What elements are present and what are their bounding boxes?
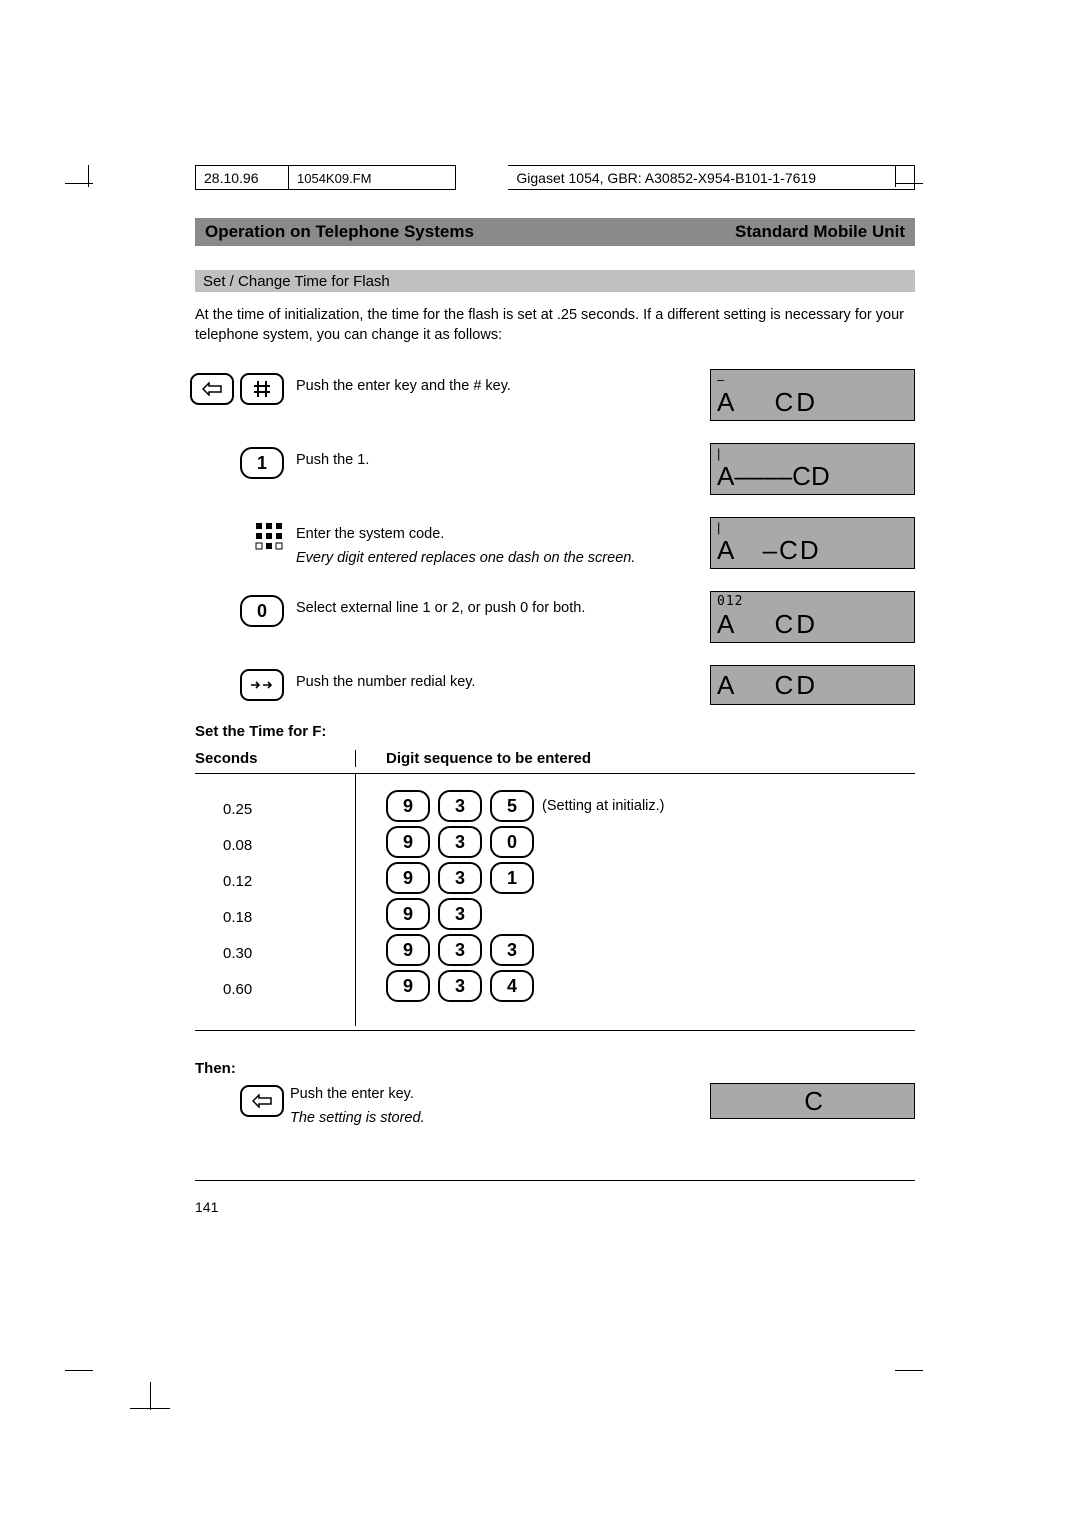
keypad-icon [254, 521, 284, 551]
digit-key: 4 [490, 970, 534, 1002]
step-text: Push the enter key and the # key. [296, 369, 704, 397]
crop-mark [895, 1370, 923, 1371]
crop-mark [65, 1370, 93, 1371]
digit-key: 9 [386, 790, 430, 822]
digit-key: 3 [438, 898, 482, 930]
display-screen: A CD [710, 665, 915, 705]
section-heading: Set / Change Time for Flash [195, 270, 915, 292]
table-sequence-row: 935 (Setting at initializ.) [386, 788, 915, 824]
procedure-steps: Push the enter key and the # key. – A CD… [195, 369, 915, 705]
step-row: Push the enter key and the # key. – A CD [195, 369, 915, 421]
table-seconds-column: 0.250.080.120.180.300.60 [195, 774, 355, 1026]
step-text: Push the number redial key. [296, 665, 704, 693]
table-sequence-row: 930 [386, 824, 915, 860]
then-row: Push the enter key. The setting is store… [195, 1083, 915, 1128]
table-sequence-row: 933 [386, 932, 915, 968]
display-screen: C [710, 1083, 915, 1119]
screen-bottom-right: CD [774, 609, 818, 640]
digit-key: 9 [386, 862, 430, 894]
digit-key: 3 [438, 862, 482, 894]
screen-top-line: | [717, 520, 721, 535]
screen-bottom-line: A –CD [717, 535, 821, 566]
table-sequence-column: 935(Setting at initializ.)93093193933934 [355, 774, 915, 1026]
intro-text: At the time of initialization, the time … [195, 306, 915, 345]
crop-mark [150, 1382, 151, 1410]
step-text: Push the 1. [296, 443, 704, 471]
screen-bottom-left: A [717, 387, 736, 418]
page-content: 28.10.96 1054K09.FM Gigaset 1054, GBR: A… [195, 165, 915, 1215]
digit-key: 0 [490, 826, 534, 858]
then-label: Then: [195, 1060, 915, 1077]
screen-bottom-left: A [717, 670, 736, 701]
digit-key: 9 [386, 898, 430, 930]
step-row: Push the number redial key. A CD [195, 665, 915, 705]
screen-bottom-line: A––––CD [717, 461, 830, 492]
step-row: 0 Select external line 1 or 2, or push 0… [195, 591, 915, 643]
then-text: Push the enter key. The setting is store… [290, 1083, 710, 1128]
step-row: 1 Push the 1. | A––––CD [195, 443, 915, 495]
digit-key: 1 [490, 862, 534, 894]
page-number: 141 [195, 1199, 915, 1215]
display-screen: 012 A CD [710, 591, 915, 643]
digit-key: 3 [438, 790, 482, 822]
digit-key: 3 [490, 934, 534, 966]
display-screen: – A CD [710, 369, 915, 421]
table-sequence-row: 934 [386, 968, 915, 1004]
title-right: Standard Mobile Unit [735, 222, 905, 242]
sequence-note: (Setting at initializ.) [542, 798, 665, 814]
screen-bottom-right: CD [774, 670, 818, 701]
digit-key: 5 [490, 790, 534, 822]
redial-key-icon [240, 669, 284, 701]
table-seconds-cell: 0.25 [223, 792, 355, 828]
screen-top-line: – [717, 372, 725, 387]
step-text-main: Enter the system code. [296, 526, 444, 542]
digit-key: 9 [386, 934, 430, 966]
then-text-note: The setting is stored. [290, 1109, 710, 1129]
screen-bottom-left: A [717, 609, 736, 640]
flash-time-table: Seconds Digit sequence to be entered 0.2… [195, 750, 915, 1032]
table-sequence-row: 931 [386, 860, 915, 896]
digit-key: 9 [386, 970, 430, 1002]
table-seconds-cell: 0.30 [223, 936, 355, 972]
table-seconds-cell: 0.60 [223, 972, 355, 1008]
step-text-note: Every digit entered replaces one dash on… [296, 549, 704, 569]
digit-key: 3 [438, 826, 482, 858]
set-time-heading: Set the Time for F: [195, 723, 915, 740]
hash-key-icon [240, 373, 284, 405]
table-seconds-cell: 0.12 [223, 864, 355, 900]
screen-top-line: | [717, 446, 721, 461]
step-text: Enter the system code. Every digit enter… [296, 517, 704, 568]
digit-key: 1 [240, 447, 284, 479]
footer-rule [195, 1180, 915, 1181]
digit-key: 0 [240, 595, 284, 627]
table-header-seconds: Seconds [195, 750, 355, 767]
screen-top-line: 012 [717, 594, 743, 609]
crop-mark [88, 165, 89, 187]
digit-key: 9 [386, 826, 430, 858]
step-row: Enter the system code. Every digit enter… [195, 517, 915, 569]
step-text: Select external line 1 or 2, or push 0 f… [296, 591, 704, 619]
then-text-main: Push the enter key. [290, 1086, 414, 1102]
table-seconds-cell: 0.08 [223, 828, 355, 864]
screen-bottom: C [804, 1086, 826, 1117]
title-bar: Operation on Telephone Systems Standard … [195, 218, 915, 246]
table-seconds-cell: 0.18 [223, 900, 355, 936]
digit-key: 3 [438, 934, 482, 966]
enter-key-icon [240, 1085, 284, 1117]
display-screen: | A––––CD [710, 443, 915, 495]
meta-date: 28.10.96 [195, 165, 288, 190]
display-screen: | A –CD [710, 517, 915, 569]
title-left: Operation on Telephone Systems [205, 222, 474, 242]
meta-reference: Gigaset 1054, GBR: A30852-X954-B101-1-76… [508, 165, 915, 190]
table-header-sequence: Digit sequence to be entered [355, 750, 915, 767]
table-sequence-row: 93 [386, 896, 915, 932]
digit-key: 3 [438, 970, 482, 1002]
meta-filename: 1054K09.FM [288, 165, 456, 190]
screen-bottom-right: CD [774, 387, 818, 418]
crop-mark [130, 1408, 170, 1409]
header-meta: 28.10.96 1054K09.FM Gigaset 1054, GBR: A… [195, 165, 915, 190]
enter-key-icon [190, 373, 234, 405]
